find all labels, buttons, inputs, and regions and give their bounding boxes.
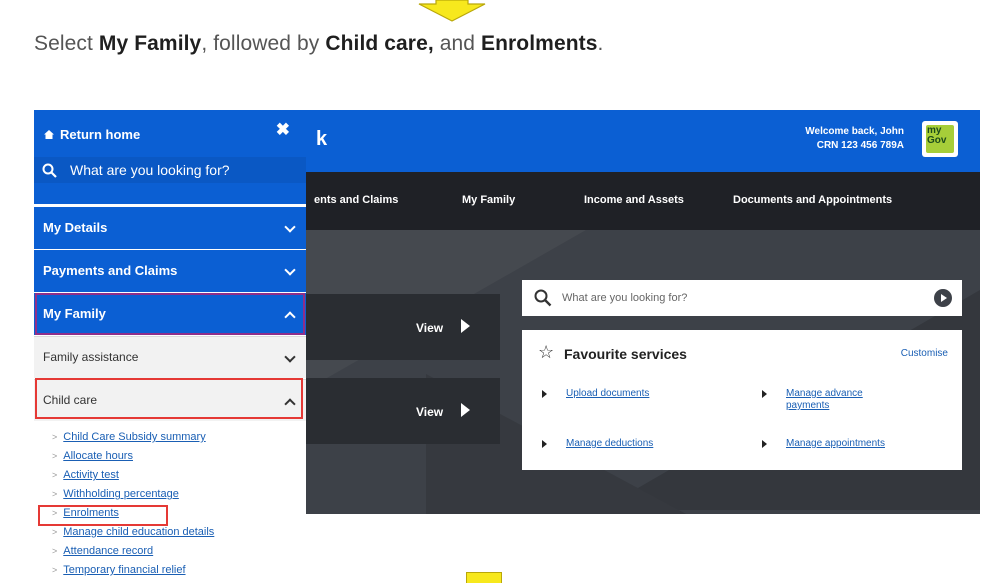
down-arrow-icon: [466, 572, 502, 583]
down-arrow-icon: [418, 0, 486, 22]
bullet-icon: [762, 390, 767, 398]
play-arrow-icon: [461, 403, 470, 417]
view-button-1[interactable]: View: [306, 294, 500, 360]
link-manage-child-education-details[interactable]: > Manage child education details: [52, 526, 214, 538]
view-button-2[interactable]: View: [306, 378, 500, 444]
link-temporary-financial-relief[interactable]: > Temporary financial relief: [52, 564, 186, 576]
home-icon: [44, 130, 54, 139]
menu-family-assistance[interactable]: Family assistance: [34, 336, 306, 378]
tutorial-page: Select My Family, followed by Child care…: [0, 0, 985, 583]
link-allocate-hours[interactable]: > Allocate hours: [52, 450, 133, 462]
chevron-down-icon: [284, 221, 296, 233]
instruction-my-family: My Family: [98, 32, 202, 55]
upload-documents-link[interactable]: Upload documents: [566, 388, 649, 400]
chevron-down-icon: [284, 264, 296, 276]
enrolments-highlight: [38, 505, 168, 526]
link-activity-test[interactable]: > Activity test: [52, 469, 119, 481]
instruction-text: Select My Family, followed by Child care…: [34, 32, 604, 55]
search-icon: [42, 163, 57, 178]
bullet-icon: [542, 390, 547, 398]
side-menu-drawer: Return home ✖ What are you looking for? …: [34, 110, 306, 583]
crn-number: CRN 123 456 789A: [816, 140, 904, 151]
mygov-screenshot: k Welcome back, John CRN 123 456 789A my…: [34, 110, 980, 583]
manage-advance-payments-link[interactable]: Manage advance payments: [786, 388, 896, 412]
instruction-child-care: Child care,: [325, 32, 434, 55]
return-home-link[interactable]: Return home: [44, 127, 140, 142]
nav-payments-and-claims[interactable]: ents and Claims: [314, 194, 398, 206]
search-placeholder: What are you looking for?: [562, 292, 688, 304]
chevron-down-icon: [284, 351, 296, 363]
search-icon: [534, 289, 552, 307]
menu-payments-and-claims[interactable]: Payments and Claims: [34, 250, 306, 292]
drawer-top: Return home ✖ What are you looking for?: [34, 110, 306, 204]
customise-link[interactable]: Customise: [901, 348, 948, 359]
child-care-highlight: [35, 378, 303, 419]
bullet-icon: [542, 440, 547, 448]
link-withholding-percentage[interactable]: > Withholding percentage: [52, 488, 179, 500]
favourites-title: Favourite services: [564, 346, 687, 362]
my-family-highlight: [35, 293, 305, 335]
search-go-icon[interactable]: [934, 289, 952, 307]
bullet-icon: [762, 440, 767, 448]
instruction-enrolments: Enrolments: [481, 32, 598, 55]
manage-deductions-link[interactable]: Manage deductions: [566, 438, 653, 450]
nav-documents-and-appointments[interactable]: Documents and Appointments: [733, 194, 892, 206]
manage-appointments-link[interactable]: Manage appointments: [786, 438, 885, 450]
drawer-search[interactable]: What are you looking for?: [34, 157, 306, 183]
nav-my-family[interactable]: My Family: [462, 194, 515, 206]
mygov-logo[interactable]: my Gov: [922, 121, 958, 157]
services-search[interactable]: What are you looking for?: [522, 280, 962, 316]
close-icon[interactable]: ✖: [276, 120, 290, 140]
menu-my-details[interactable]: My Details: [34, 207, 306, 249]
nav-income-and-assets[interactable]: Income and Assets: [584, 194, 684, 206]
favourite-services-panel: ☆ Favourite services Customise Upload do…: [522, 330, 962, 470]
link-attendance-record[interactable]: > Attendance record: [52, 545, 153, 557]
play-arrow-icon: [461, 319, 470, 333]
star-icon: ☆: [538, 342, 555, 362]
link-child-care-subsidy-summary[interactable]: > Child Care Subsidy summary: [52, 431, 206, 443]
site-brand-partial: k: [316, 128, 328, 150]
welcome-message: Welcome back, John CRN 123 456 789A: [805, 126, 904, 151]
